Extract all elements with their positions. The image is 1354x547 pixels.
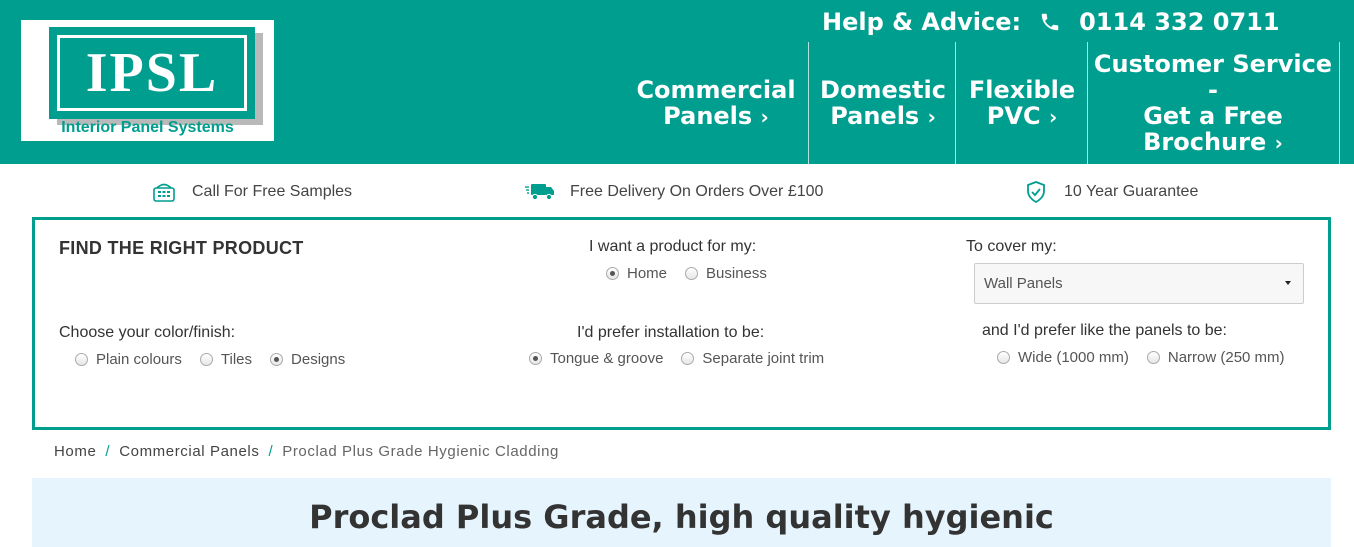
nav-line: Get a Free: [1143, 101, 1283, 130]
benefit-text: Free Delivery On Orders Over £100: [570, 183, 824, 200]
radio-option-designs[interactable]: Designs: [270, 351, 345, 368]
radio-button[interactable]: [681, 352, 695, 365]
chevron-right-icon: ›: [760, 104, 769, 129]
shield-check-icon: [1022, 179, 1050, 205]
delivery-truck-icon: [524, 179, 556, 205]
radio-option-narrow[interactable]: Narrow (250 mm): [1146, 349, 1285, 366]
radio-label: Narrow (250 mm): [1167, 349, 1285, 366]
nav-customer-service[interactable]: Customer Service - Get a Free Brochure ›: [1089, 42, 1337, 164]
radio-label: Tiles: [220, 351, 253, 368]
radio-label: Home: [627, 265, 668, 282]
finish-radio-group: Plain colours Tiles Designs: [75, 351, 363, 368]
purpose-radio-group: Home Business: [606, 265, 785, 282]
radio-label: Business: [706, 265, 767, 282]
radio-label: Wide (1000 mm): [1018, 349, 1129, 366]
purpose-label: I want a product for my:: [589, 238, 757, 255]
width-radio-group: Wide (1000 mm) Narrow (250 mm): [997, 349, 1285, 366]
chevron-right-icon: ›: [1048, 104, 1058, 129]
nav-divider: [808, 42, 809, 164]
nav-line: Panels: [830, 101, 920, 130]
radio-label: Tongue & groove: [550, 350, 664, 367]
nav-line: Customer Service -: [1093, 49, 1333, 104]
radio-button[interactable]: [529, 352, 542, 365]
phone-icon: [1039, 11, 1061, 33]
nav-domestic-panels[interactable]: Domestic Panels ›: [812, 42, 954, 164]
page-title: Proclad Plus Grade, high quality hygieni…: [309, 498, 1054, 536]
nav-commercial-panels[interactable]: Commercial Panels ›: [636, 42, 796, 164]
breadcrumb-home-link[interactable]: Home: [54, 443, 96, 460]
radio-button[interactable]: [606, 267, 619, 280]
chevron-right-icon: ›: [927, 104, 936, 129]
nav-line: Flexible: [968, 75, 1076, 104]
nav-line: Panels: [663, 101, 753, 130]
installation-radio-group: Tongue & groove Separate joint trim: [529, 350, 842, 367]
help-advice: Help & Advice: 0114 332 0711: [822, 6, 1280, 38]
nav-line: PVC: [986, 101, 1041, 130]
radio-option-plain-colours[interactable]: Plain colours: [75, 351, 182, 368]
breadcrumb-separator: /: [105, 442, 111, 460]
phone-number-link[interactable]: 0114 332 0711: [1079, 8, 1279, 36]
radio-button[interactable]: [75, 353, 88, 366]
chevron-right-icon: ›: [1274, 130, 1283, 155]
logo-text: IPSL: [85, 42, 219, 104]
radio-button[interactable]: [997, 351, 1010, 364]
benefit-free-samples: Call For Free Samples: [150, 176, 352, 208]
phone-samples-icon: [150, 179, 178, 205]
logo-subtitle: Interior Panel Systems: [61, 119, 234, 136]
nav-line: Commercial: [636, 75, 796, 104]
help-label: Help & Advice:: [822, 8, 1022, 36]
finder-title: FIND THE RIGHT PRODUCT: [59, 238, 304, 258]
radio-option-tiles[interactable]: Tiles: [199, 351, 253, 368]
breadcrumb: Home / Commercial Panels / Proclad Plus …: [54, 440, 559, 462]
breadcrumb-commercial-panels-link[interactable]: Commercial Panels: [119, 443, 259, 460]
nav-divider: [1087, 42, 1088, 164]
radio-button[interactable]: [199, 353, 213, 366]
radio-label: Designs: [291, 351, 346, 368]
installation-label: I'd prefer installation to be:: [577, 324, 765, 341]
nav-flexible-pvc[interactable]: Flexible PVC ›: [958, 42, 1086, 164]
radio-button[interactable]: [685, 267, 699, 280]
width-label: and I'd prefer like the panels to be:: [982, 322, 1227, 339]
site-logo[interactable]: IPSL Interior Panel Systems: [21, 20, 274, 141]
hero-banner: Proclad Plus Grade, high quality hygieni…: [32, 478, 1331, 547]
nav-line: Brochure: [1143, 127, 1267, 156]
radio-label: Separate joint trim: [702, 350, 825, 367]
radio-option-tongue-groove[interactable]: Tongue & groove: [529, 350, 663, 367]
radio-label: Plain colours: [96, 351, 182, 368]
benefit-text: Call For Free Samples: [192, 183, 353, 200]
radio-button[interactable]: [1146, 351, 1160, 364]
radio-option-wide[interactable]: Wide (1000 mm): [997, 349, 1129, 366]
radio-button[interactable]: [270, 353, 284, 366]
breadcrumb-separator: /: [268, 442, 274, 460]
cover-label: To cover my:: [966, 238, 1057, 255]
cover-select[interactable]: Wall Panels: [974, 263, 1304, 304]
nav-divider: [1339, 42, 1340, 164]
radio-option-business[interactable]: Business: [685, 265, 767, 282]
breadcrumb-current: Proclad Plus Grade Hygienic Cladding: [282, 442, 559, 460]
product-finder: FIND THE RIGHT PRODUCT I want a product …: [32, 217, 1331, 430]
radio-option-separate-joint-trim[interactable]: Separate joint trim: [681, 350, 824, 367]
radio-option-home[interactable]: Home: [606, 265, 667, 282]
benefit-free-delivery: Free Delivery On Orders Over £100: [524, 176, 823, 208]
finish-label: Choose your color/finish:: [59, 324, 236, 341]
site-header: IPSL Interior Panel Systems Help & Advic…: [0, 0, 1354, 164]
benefit-text: 10 Year Guarantee: [1064, 183, 1199, 200]
nav-divider: [955, 42, 956, 164]
cover-select-value: Wall Panels: [984, 275, 1063, 292]
nav-line: Domestic: [820, 75, 946, 104]
caret-down-icon: [1285, 281, 1291, 285]
benefit-guarantee: 10 Year Guarantee: [1022, 176, 1198, 208]
